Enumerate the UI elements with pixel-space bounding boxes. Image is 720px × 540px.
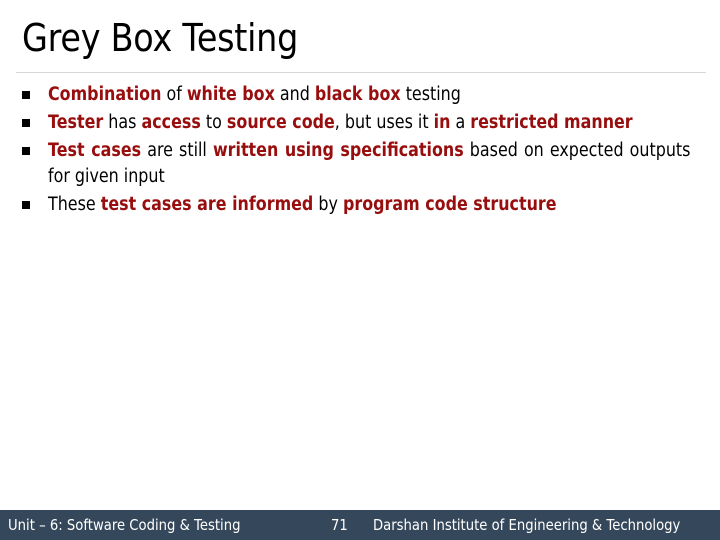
body-text: are still	[141, 140, 213, 161]
bullet-item: These test cases are informed by program…	[18, 192, 692, 218]
footer-page-number: 71	[331, 516, 348, 534]
square-bullet-icon	[22, 119, 30, 127]
highlighted-text: Test cases	[48, 140, 142, 161]
highlighted-text: access	[141, 112, 201, 133]
bullet-text: Test cases are still written using speci…	[48, 138, 690, 190]
highlighted-text: restricted manner	[470, 112, 633, 133]
highlighted-text: source code	[226, 112, 335, 133]
body-text: to	[200, 112, 227, 133]
highlighted-text: in	[433, 112, 451, 133]
bullet-list: Combination of white box and black box t…	[18, 82, 692, 220]
body-text: of	[161, 84, 187, 105]
body-text: and	[274, 84, 315, 105]
body-text: , but uses it	[334, 112, 434, 133]
bullet-text: These test cases are informed by program…	[48, 192, 690, 218]
bullet-item: Combination of white box and black box t…	[18, 82, 692, 108]
body-text: by	[313, 194, 343, 215]
body-text: a	[450, 112, 471, 133]
footer-institute: Darshan Institute of Engineering & Techn…	[373, 516, 681, 534]
bullet-text: Tester has access to source code, but us…	[48, 110, 690, 136]
slide-footer: Unit – 6: Software Coding & Testing 71 D…	[0, 510, 720, 540]
square-bullet-icon	[22, 147, 30, 155]
highlighted-text: program code structure	[342, 194, 557, 215]
bullet-text: Combination of white box and black box t…	[48, 82, 690, 108]
highlighted-text: Tester	[48, 112, 104, 133]
highlighted-text: black box	[314, 84, 401, 105]
highlighted-text: written using specifications	[212, 140, 464, 161]
bullet-item: Test cases are still written using speci…	[18, 138, 692, 190]
bullet-item: Tester has access to source code, but us…	[18, 110, 692, 136]
square-bullet-icon	[22, 91, 30, 99]
square-bullet-icon	[22, 201, 30, 209]
body-text: has	[103, 112, 142, 133]
body-text: testing	[400, 84, 461, 105]
highlighted-text: test cases are informed	[100, 194, 314, 215]
highlighted-text: Combination	[48, 84, 162, 105]
highlighted-text: white box	[186, 84, 275, 105]
body-text: These	[48, 194, 101, 215]
footer-unit: Unit – 6: Software Coding & Testing	[8, 516, 241, 534]
slide-title: Grey Box Testing	[22, 16, 299, 60]
title-divider	[16, 72, 706, 73]
